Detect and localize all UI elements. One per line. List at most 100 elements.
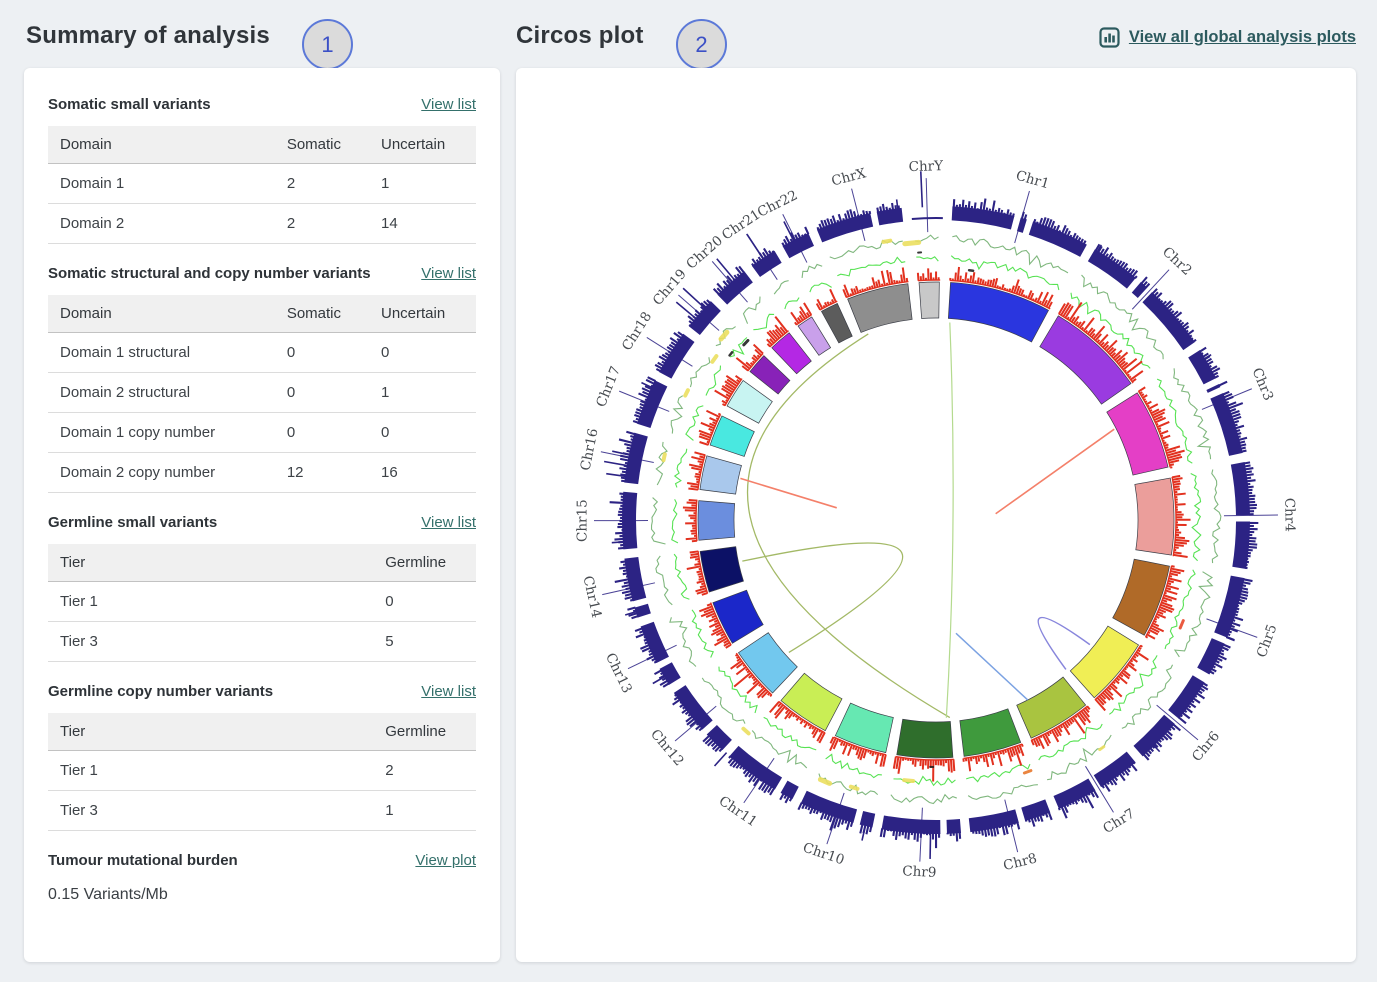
view-list-link[interactable]: View list [421,514,476,531]
svg-text:Chr10: Chr10 [801,840,847,869]
table-row: Domain 1 copy number00 [48,413,476,453]
table-header-row: TierGermline [48,544,476,582]
svg-text:Chr18: Chr18 [619,309,655,354]
column-header: Uncertain [369,295,476,333]
bar-chart-icon [1099,27,1120,48]
table-cell: 14 [369,204,476,244]
column-header: Tier [48,544,373,582]
table-cell: Tier 3 [48,791,373,831]
table-header-row: DomainSomaticUncertain [48,295,476,333]
column-header: Domain [48,295,275,333]
column-header: Uncertain [369,126,476,164]
table-cell: Domain 2 [48,204,275,244]
summary-title: Summary of analysis [26,22,270,50]
section-title: Somatic small variants [48,96,211,113]
table-cell: 0 [369,413,476,453]
svg-text:Chr11: Chr11 [716,793,760,830]
section-title: Germline copy number variants [48,683,273,700]
table-cell: Domain 1 copy number [48,413,275,453]
table-cell: Tier 1 [48,751,373,791]
svg-text:Chr7: Chr7 [1100,806,1137,837]
summary-section-germline-small-variants: Germline small variantsView listTierGerm… [48,514,476,662]
summary-table: DomainSomaticUncertainDomain 1 structura… [48,295,476,493]
svg-text:Chr1: Chr1 [1014,168,1051,193]
svg-text:Chr20: Chr20 [683,233,726,273]
tmb-title: Tumour mutational burden [48,852,238,869]
view-list-link[interactable]: View list [421,683,476,700]
table-cell: 1 [369,373,476,413]
column-header: Somatic [275,295,369,333]
circos-card: Chr1Chr2Chr3Chr4Chr5Chr6Chr7Chr8Chr9Chr1… [516,68,1356,962]
step-badge-2: 2 [676,19,727,70]
summary-table: TierGermlineTier 12Tier 31 [48,713,476,831]
table-cell: Tier 1 [48,582,373,622]
summary-section-somatic-structural-cnv: Somatic structural and copy number varia… [48,265,476,493]
column-header: Tier [48,713,373,751]
tmb-value: 0.15 Variants/Mb [48,886,476,904]
view-all-global-plots-link[interactable]: View all global analysis plots [1099,27,1356,48]
svg-text:Chr3: Chr3 [1248,366,1276,404]
table-cell: Domain 2 copy number [48,453,275,493]
table-row: Domain 2 structural01 [48,373,476,413]
circos-plot: Chr1Chr2Chr3Chr4Chr5Chr6Chr7Chr8Chr9Chr1… [516,68,1356,962]
analysis-overview-page: Summary of analysis 1 Circos plot 2 View… [0,0,1377,982]
svg-text:Chr15: Chr15 [574,499,590,542]
table-cell: 0 [275,413,369,453]
summary-sections: Somatic small variantsView listDomainSom… [48,96,476,831]
step-badge-1-number: 1 [321,32,333,58]
table-cell: 0 [275,333,369,373]
svg-text:Chr22: Chr22 [755,187,800,220]
view-plot-link[interactable]: View plot [415,852,476,869]
table-cell: 2 [373,751,476,791]
view-list-link[interactable]: View list [421,96,476,113]
svg-text:Chr17: Chr17 [593,364,624,410]
column-header: Domain [48,126,275,164]
step-badge-2-number: 2 [695,32,707,58]
table-row: Tier 31 [48,791,476,831]
table-cell: Tier 3 [48,622,373,662]
svg-text:ChrY: ChrY [908,158,944,175]
table-header-row: TierGermline [48,713,476,751]
column-header: Somatic [275,126,369,164]
table-cell: Domain 2 structural [48,373,275,413]
table-cell: 0 [275,373,369,413]
table-row: Tier 10 [48,582,476,622]
table-cell: Domain 1 structural [48,333,275,373]
table-cell: 1 [373,791,476,831]
svg-text:Chr12: Chr12 [647,726,687,769]
svg-text:Chr2: Chr2 [1159,244,1195,279]
table-cell: 2 [275,204,369,244]
table-row: Tier 12 [48,751,476,791]
summary-section-somatic-small-variants: Somatic small variants View list DomainSom… [48,96,476,244]
table-cell: 1 [369,164,476,204]
table-header-row: DomainSomaticUncertain [48,126,476,164]
svg-text:Chr5: Chr5 [1254,622,1281,660]
view-all-global-plots-label[interactable]: View all global analysis plots [1129,28,1356,47]
view-list-link[interactable]: View list [421,265,476,282]
summary-table: TierGermlineTier 10Tier 35 [48,544,476,662]
section-title: Somatic structural and copy number varia… [48,265,371,282]
table-row: Tier 35 [48,622,476,662]
summary-section-germline-cnv: Germline copy number variants View list Ti… [48,683,476,831]
svg-text:Chr6: Chr6 [1189,728,1223,764]
table-cell: 0 [373,582,476,622]
svg-text:Chr8: Chr8 [1002,850,1039,874]
table-cell: Domain 1 [48,164,275,204]
svg-text:Chr4: Chr4 [1281,498,1297,532]
svg-text:ChrX: ChrX [830,165,868,189]
table-row: Domain 2214 [48,204,476,244]
table-row: Domain 1 structural00 [48,333,476,373]
tumour-mutational-burden-section: Tumour mutational burden View plot 0.15 … [48,852,476,904]
table-cell: 12 [275,453,369,493]
step-badge-1: 1 [302,19,353,70]
table-cell: 16 [369,453,476,493]
circos-title: Circos plot [516,22,644,50]
summary-card: Somatic small variantsView listDomainSom… [24,68,500,962]
svg-text:Chr14: Chr14 [580,574,605,619]
svg-text:Chr16: Chr16 [578,427,602,472]
summary-table: DomainSomaticUncertainDomain 121Domain 2… [48,126,476,244]
column-header: Germline [373,544,476,582]
table-cell: 2 [275,164,369,204]
table-cell: 5 [373,622,476,662]
table-row: Domain 121 [48,164,476,204]
